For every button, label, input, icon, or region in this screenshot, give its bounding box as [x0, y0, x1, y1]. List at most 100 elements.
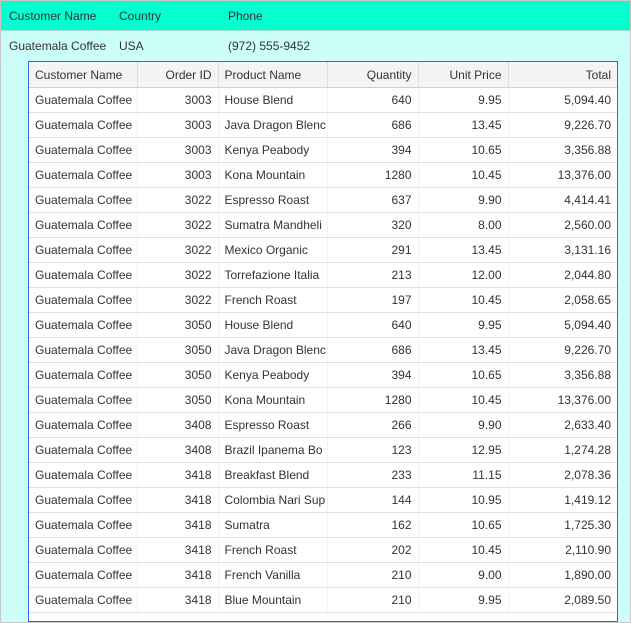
cell-customer-name[interactable]: Guatemala Coffee — [29, 112, 138, 138]
cell-product-name[interactable]: Java Dragon Blenc — [218, 337, 328, 363]
cell-unit-price[interactable]: 10.95 — [418, 487, 509, 513]
table-row[interactable]: Guatemala Coffee 3050 House Blend 640 9.95 5,… — [29, 312, 617, 338]
cell-quantity[interactable]: 197 — [327, 287, 419, 313]
cell-customer-name[interactable]: Guatemala Coffee — [29, 237, 138, 263]
cell-unit-price[interactable]: 12.95 — [418, 437, 509, 463]
cell-unit-price[interactable]: 9.00 — [418, 562, 509, 588]
cell-quantity[interactable]: 1280 — [327, 387, 419, 413]
table-row[interactable]: Guatemala Coffee 3003 Java Dragon Blenc 686… — [29, 112, 617, 138]
cell-quantity[interactable]: 202 — [327, 537, 419, 563]
cell-product-name[interactable]: Colombia Nari Sup — [218, 487, 328, 513]
cell-product-name[interactable]: House Blend — [218, 87, 328, 113]
cell-customer-name[interactable]: Guatemala Coffee — [29, 187, 138, 213]
cell-customer-name[interactable]: Guatemala Coffee — [29, 162, 138, 188]
cell-order-id[interactable]: 3050 — [137, 312, 219, 338]
cell-unit-price[interactable]: 8.00 — [418, 212, 509, 238]
cell-total[interactable]: 3,356.88 — [508, 137, 617, 163]
cell-total[interactable]: 2,044.80 — [508, 262, 617, 288]
cell-order-id[interactable]: 3003 — [137, 137, 219, 163]
cell-product-name[interactable]: Breakfast Blend — [218, 462, 328, 488]
cell-customer-name[interactable]: Guatemala Coffee — [29, 362, 138, 388]
cell-customer-name[interactable]: Guatemala Coffee — [29, 462, 138, 488]
cell-product-name[interactable]: Sumatra — [218, 512, 328, 538]
cell-quantity[interactable]: 123 — [327, 437, 419, 463]
cell-quantity[interactable]: 686 — [327, 337, 419, 363]
table-row[interactable]: Guatemala Coffee 3418 Blue Mountain 210 9.95… — [29, 587, 617, 613]
cell-product-name[interactable]: French Roast — [218, 537, 328, 563]
cell-order-id[interactable]: 3418 — [137, 587, 219, 613]
cell-customer-name[interactable]: Guatemala Coffee — [29, 287, 138, 313]
table-row[interactable]: Guatemala Coffee 3050 Kenya Peabody 394 10.6… — [29, 362, 617, 388]
cell-customer-name[interactable]: Guatemala Coffee — [29, 387, 138, 413]
cell-total[interactable]: 2,633.40 — [508, 412, 617, 438]
cell-customer-name[interactable]: Guatemala Coffee — [29, 562, 138, 588]
cell-total[interactable]: 5,094.40 — [508, 87, 617, 113]
cell-order-id[interactable]: 3003 — [137, 162, 219, 188]
cell-quantity[interactable]: 266 — [327, 412, 419, 438]
cell-order-id[interactable]: 3418 — [137, 512, 219, 538]
cell-unit-price[interactable]: 11.15 — [418, 462, 509, 488]
cell-unit-price[interactable]: 10.45 — [418, 162, 509, 188]
cell-order-id[interactable]: 3050 — [137, 362, 219, 388]
cell-order-id[interactable]: 3022 — [137, 212, 219, 238]
cell-total[interactable]: 9,226.70 — [508, 112, 617, 138]
cell-order-id[interactable]: 3022 — [137, 237, 219, 263]
cell-product-name[interactable]: House Blend — [218, 312, 328, 338]
cell-customer-name[interactable]: Guatemala Coffee — [29, 587, 138, 613]
master-row[interactable]: Guatemala Coffee USA (972) 555-9452 — [1, 31, 630, 55]
cell-total[interactable]: 2,560.00 — [508, 212, 617, 238]
cell-order-id[interactable]: 3418 — [137, 487, 219, 513]
table-row[interactable]: Guatemala Coffee 3408 Espresso Roast 266 9.9… — [29, 412, 617, 438]
cell-order-id[interactable]: 3408 — [137, 412, 219, 438]
cell-total[interactable]: 2,089.50 — [508, 587, 617, 613]
cell-order-id[interactable]: 3050 — [137, 387, 219, 413]
table-row[interactable]: Guatemala Coffee 3418 Breakfast Blend 233 11… — [29, 462, 617, 488]
cell-unit-price[interactable]: 9.95 — [418, 87, 509, 113]
cell-product-name[interactable]: Espresso Roast — [218, 412, 328, 438]
table-row[interactable]: Guatemala Coffee 3022 Sumatra Mandheli 320 8… — [29, 212, 617, 238]
cell-unit-price[interactable]: 10.45 — [418, 387, 509, 413]
header-order-id[interactable]: Order ID — [137, 62, 219, 88]
table-row[interactable]: Guatemala Coffee 3050 Kona Mountain 1280 10.… — [29, 387, 617, 413]
cell-order-id[interactable]: 3418 — [137, 562, 219, 588]
cell-unit-price[interactable]: 10.65 — [418, 512, 509, 538]
cell-total[interactable]: 1,725.30 — [508, 512, 617, 538]
cell-order-id[interactable]: 3003 — [137, 112, 219, 138]
table-row[interactable]: Guatemala Coffee 3022 French Roast 197 10.45… — [29, 287, 617, 313]
table-row[interactable]: Guatemala Coffee 3050 Java Dragon Blenc 686… — [29, 337, 617, 363]
cell-quantity[interactable]: 210 — [327, 587, 419, 613]
cell-total[interactable]: 4,414.41 — [508, 187, 617, 213]
cell-total[interactable]: 13,376.00 — [508, 162, 617, 188]
cell-quantity[interactable]: 640 — [327, 312, 419, 338]
cell-unit-price[interactable]: 13.45 — [418, 112, 509, 138]
cell-product-name[interactable]: Kenya Peabody — [218, 362, 328, 388]
cell-quantity[interactable]: 1280 — [327, 162, 419, 188]
cell-unit-price[interactable]: 10.65 — [418, 362, 509, 388]
header-unit-price[interactable]: Unit Price — [418, 62, 509, 88]
cell-unit-price[interactable]: 13.45 — [418, 237, 509, 263]
cell-product-name[interactable]: Mexico Organic — [218, 237, 328, 263]
cell-product-name[interactable]: French Vanilla — [218, 562, 328, 588]
cell-total[interactable]: 2,058.65 — [508, 287, 617, 313]
cell-customer-name[interactable]: Guatemala Coffee — [29, 312, 138, 338]
table-row[interactable]: Guatemala Coffee 3022 Torrefazione Italia 2… — [29, 262, 617, 288]
table-row[interactable]: Guatemala Coffee 3003 House Blend 640 9.95 5,… — [29, 87, 617, 113]
cell-total[interactable]: 13,376.00 — [508, 387, 617, 413]
cell-quantity[interactable]: 291 — [327, 237, 419, 263]
cell-total[interactable]: 9,226.70 — [508, 337, 617, 363]
table-row[interactable]: Guatemala Coffee 3003 Kenya Peabody 394 10.6… — [29, 137, 617, 163]
cell-customer-name[interactable]: Guatemala Coffee — [29, 537, 138, 563]
cell-product-name[interactable]: Kona Mountain — [218, 162, 328, 188]
cell-quantity[interactable]: 210 — [327, 562, 419, 588]
cell-order-id[interactable]: 3418 — [137, 462, 219, 488]
cell-customer-name[interactable]: Guatemala Coffee — [29, 487, 138, 513]
cell-customer-name[interactable]: Guatemala Coffee — [29, 262, 138, 288]
cell-total[interactable]: 1,890.00 — [508, 562, 617, 588]
cell-quantity[interactable]: 640 — [327, 87, 419, 113]
master-header-customer-name[interactable]: Customer Name — [9, 9, 96, 23]
cell-quantity[interactable]: 213 — [327, 262, 419, 288]
cell-quantity[interactable]: 162 — [327, 512, 419, 538]
master-header-phone[interactable]: Phone — [228, 9, 263, 23]
cell-customer-name[interactable]: Guatemala Coffee — [29, 437, 138, 463]
cell-product-name[interactable]: Java Dragon Blenc — [218, 112, 328, 138]
